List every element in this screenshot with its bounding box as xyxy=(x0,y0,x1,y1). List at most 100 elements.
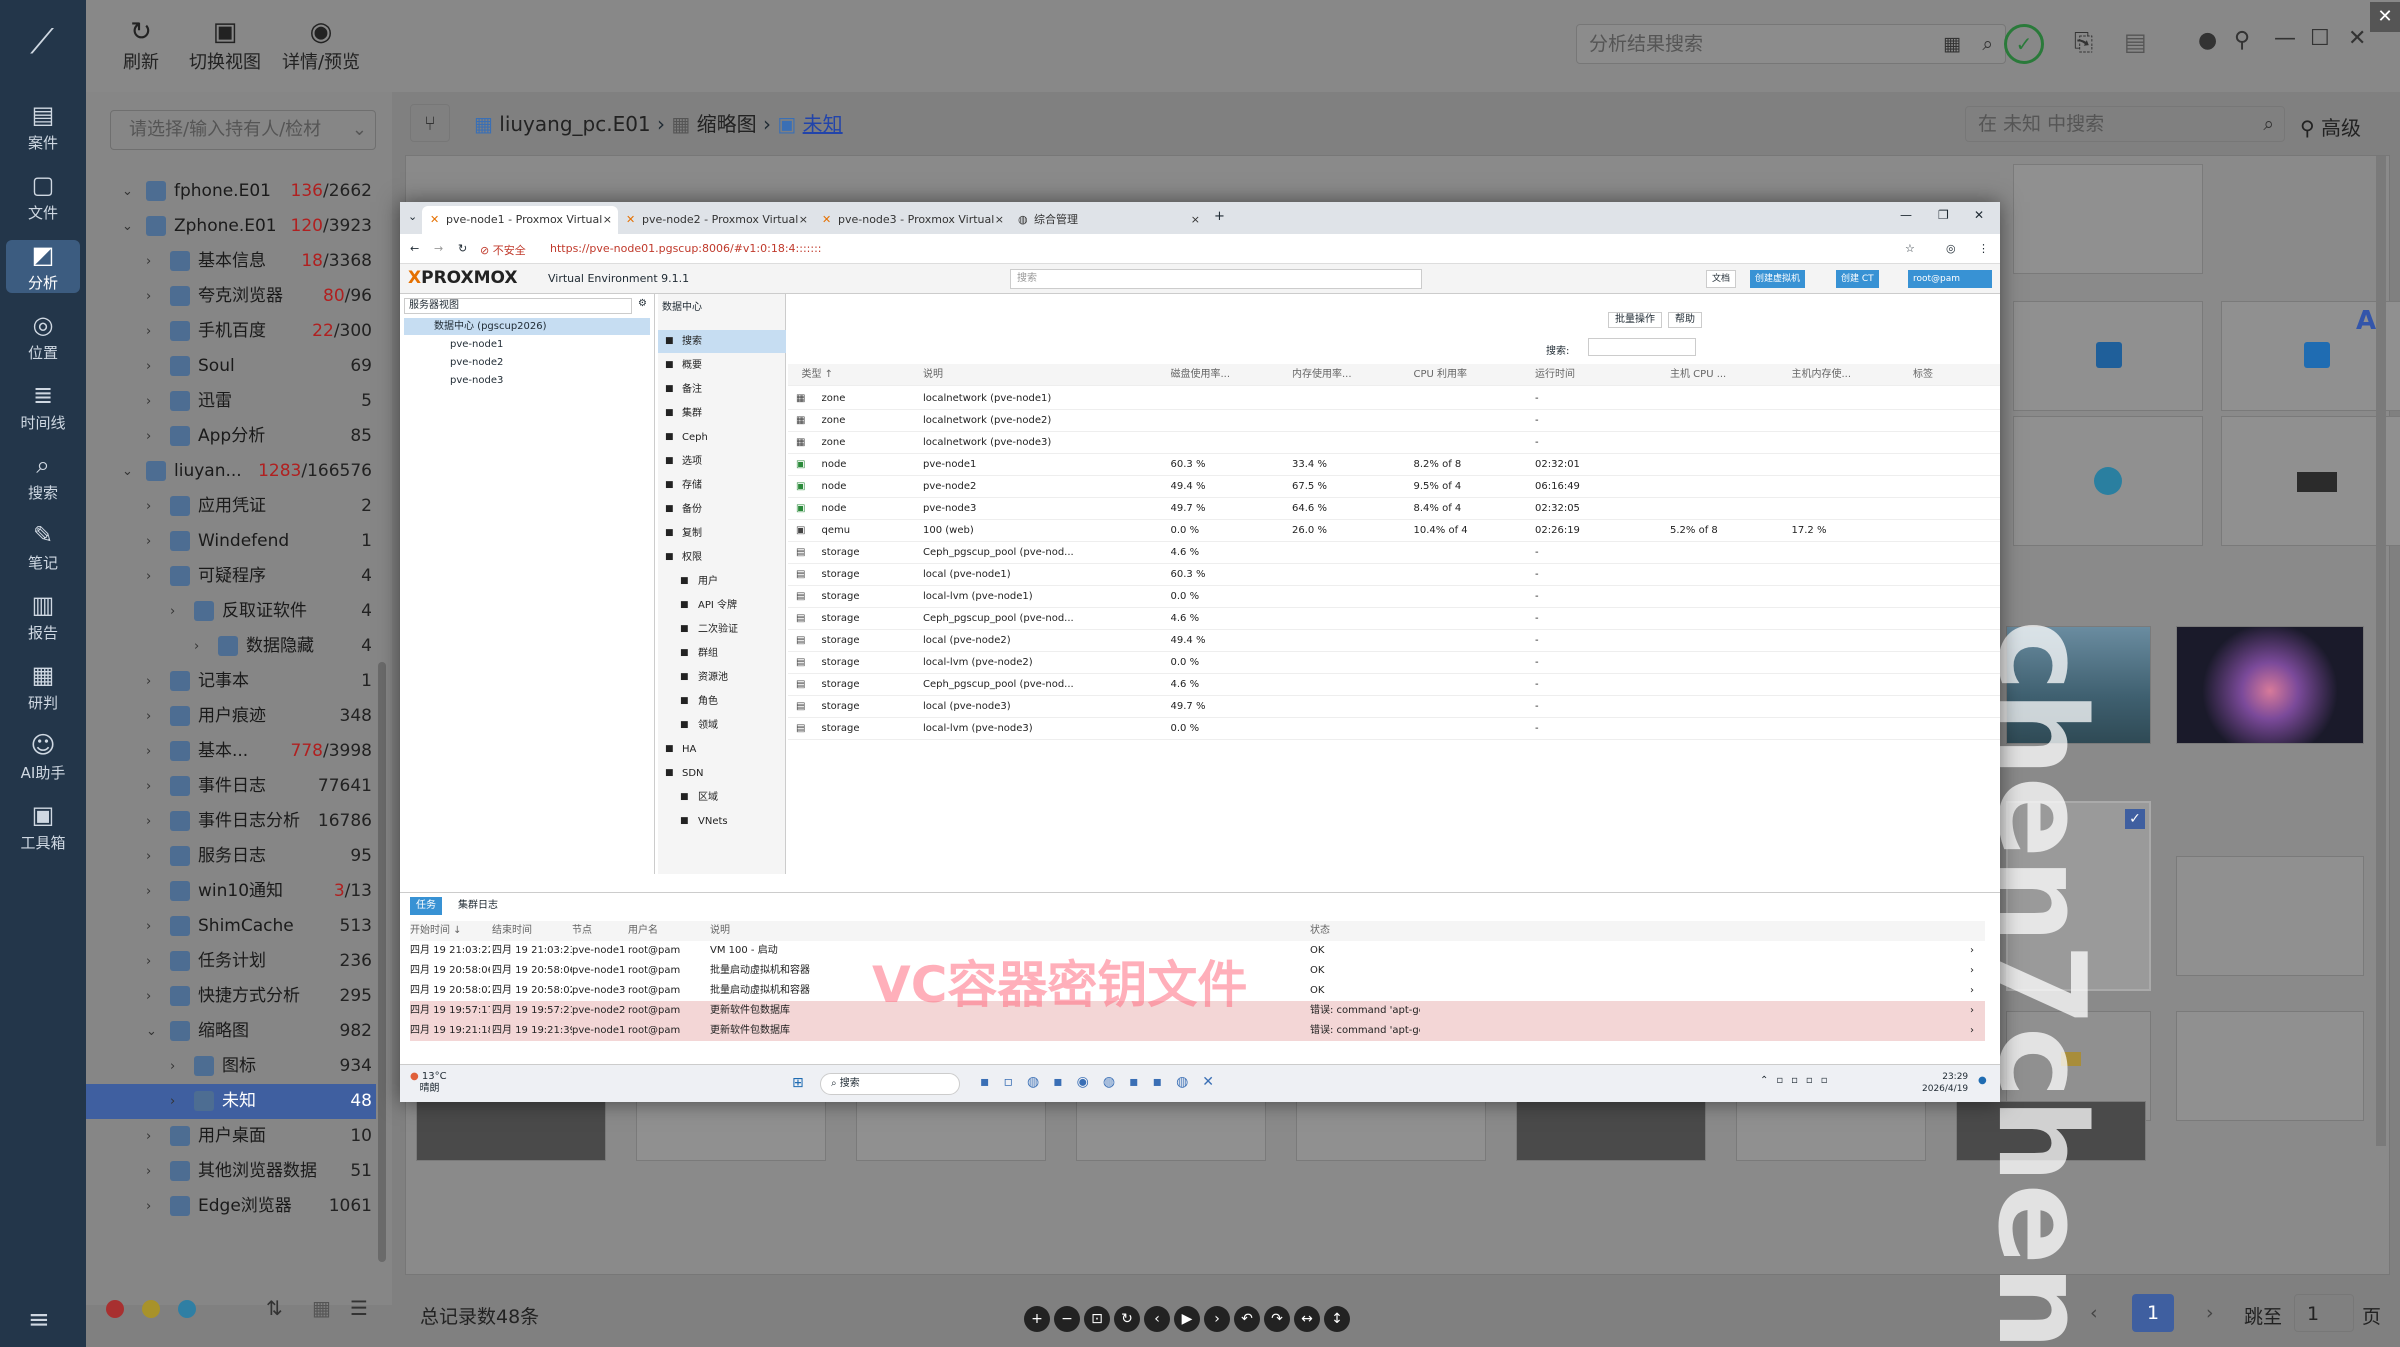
task-column-header[interactable]: 状态 xyxy=(1310,921,1420,941)
chevron-down-icon[interactable]: ⌄ xyxy=(122,209,133,244)
thumbnail[interactable] xyxy=(2013,164,2203,274)
search-icon[interactable]: ⌕ xyxy=(1982,25,1993,63)
pve-menu-item[interactable]: ■ Ceph xyxy=(658,426,786,449)
rail-item-1[interactable]: ▢ 文件 xyxy=(6,170,80,223)
grid-row[interactable]: ▣ qemu 100 (web) 0.0 % 26.0 % 10.4% of 4 02:26… xyxy=(788,520,2000,542)
owner-select[interactable]: 请选择/输入持有人/检材 ⌄ xyxy=(110,110,376,150)
tree-item[interactable]: › win10通知 3/13 xyxy=(86,874,376,909)
chevron-down-icon[interactable]: ⌄ xyxy=(122,174,133,209)
pve-menu-item[interactable]: ■ 备注 xyxy=(658,378,786,401)
close-icon[interactable]: × xyxy=(603,206,612,234)
window-restore-icon[interactable]: ❐ xyxy=(1938,208,1949,222)
rail-item-5[interactable]: ⌕ 搜索 xyxy=(6,450,80,503)
rail-item-10[interactable]: ▣ 工具箱 xyxy=(6,800,80,853)
details-button[interactable]: ◉ 详情/预览 xyxy=(266,16,376,74)
chevron-right-icon[interactable]: › xyxy=(146,769,151,804)
tree-item[interactable]: › Edge浏览器 1061 xyxy=(86,1189,376,1224)
chevron-right-icon[interactable]: › xyxy=(1970,1021,1974,1041)
tree-item[interactable]: › 图标 934 xyxy=(86,1049,376,1084)
chevron-right-icon[interactable]: › xyxy=(146,419,151,454)
rail-item-2[interactable]: ◩ 分析 xyxy=(6,240,80,293)
create-ct-button[interactable]: 创建 CT xyxy=(1836,270,1879,288)
close-icon[interactable]: × xyxy=(799,206,808,234)
task-column-header[interactable]: 用户名 xyxy=(628,921,708,941)
grid-column-header[interactable]: 说明 xyxy=(923,364,1162,386)
search-icon[interactable]: ⌕ xyxy=(2263,107,2274,141)
grid-row[interactable]: ▤ storage local (pve-node2) 49.4 % - xyxy=(788,630,2000,652)
chevron-right-icon[interactable]: › xyxy=(146,314,151,349)
tree-item[interactable]: › 夸克浏览器 80/96 xyxy=(86,279,376,314)
rail-item-9[interactable]: ☺ AI助手 xyxy=(6,730,80,783)
grid-row[interactable]: ▣ node pve-node3 49.7 % 64.6 % 8.4% of 4 02:32… xyxy=(788,498,2000,520)
pve-menu-item[interactable]: ■ 区域 xyxy=(658,786,786,809)
grid-column-header[interactable]: 磁盘使用率... xyxy=(1171,364,1284,386)
chevron-right-icon[interactable]: › xyxy=(146,349,151,384)
tree-item[interactable]: › App分析 85 xyxy=(86,419,376,454)
doc-icon[interactable]: ▤ xyxy=(2124,28,2147,56)
page-button[interactable]: 1 xyxy=(2132,1294,2174,1332)
grid-row[interactable]: ▦ zone localnetwork (pve-node1) - xyxy=(788,388,2000,410)
list-view-icon[interactable]: ☰ xyxy=(350,1296,368,1320)
crumb-evidence[interactable]: liuyang_pc.E01 xyxy=(499,112,650,136)
user-icon[interactable]: ● xyxy=(2198,28,2217,53)
user-menu-button[interactable]: root@pam xyxy=(1908,270,1992,288)
reload-icon[interactable]: ↻ xyxy=(458,242,467,255)
sort-icon[interactable]: ⇅ xyxy=(266,1296,283,1320)
tree-item[interactable]: › Windefend 1 xyxy=(86,524,376,559)
pve-menu-item[interactable]: ■ 群组 xyxy=(658,642,786,665)
grid-row[interactable]: ▤ storage Ceph_pgscup_pool (pve-nod... 4.6 … xyxy=(788,608,2000,630)
grid-row[interactable]: ▤ storage Ceph_pgscup_pool (pve-nod... 4.6 … xyxy=(788,542,2000,564)
browser-tab[interactable]: ✕ pve-node1 - Proxmox Virtual × xyxy=(422,206,618,234)
pve-search-input[interactable]: 搜索 xyxy=(1010,269,1422,289)
chevron-right-icon[interactable]: › xyxy=(146,524,151,559)
bulk-ops-button[interactable]: 批量操作 xyxy=(1608,312,1662,328)
rail-item-8[interactable]: ▦ 研判 xyxy=(6,660,80,713)
tab-cluster-log[interactable]: 集群日志 xyxy=(452,897,504,915)
thumbnail[interactable] xyxy=(2013,416,2203,546)
chevron-right-icon[interactable]: › xyxy=(146,1154,151,1189)
grid-row[interactable]: ▦ zone localnetwork (pve-node3) - xyxy=(788,432,2000,454)
branch-icon[interactable]: ⑂ xyxy=(410,104,450,142)
tree-item[interactable]: › 用户痕迹 348 xyxy=(86,699,376,734)
chevron-right-icon[interactable]: › xyxy=(146,979,151,1014)
prev-icon[interactable]: ‹ xyxy=(1144,1306,1170,1332)
chevron-right-icon[interactable]: › xyxy=(1970,961,1974,981)
grid-column-header[interactable]: CPU 利用率 xyxy=(1414,364,1531,386)
pve-menu-item[interactable]: ■ API 令牌 xyxy=(658,594,786,617)
back-icon[interactable]: ← xyxy=(410,242,419,255)
tree-item[interactable]: › ShimCache 513 xyxy=(86,909,376,944)
pve-menu-item[interactable]: ■ 领域 xyxy=(658,714,786,737)
tree-item[interactable]: › 基本... 778/3998 xyxy=(86,734,376,769)
gear-icon[interactable]: ⚙ xyxy=(638,298,647,309)
tree-item[interactable]: › 任务计划 236 xyxy=(86,944,376,979)
chevron-right-icon[interactable]: › xyxy=(146,244,151,279)
chevron-right-icon[interactable]: › xyxy=(146,944,151,979)
chevron-right-icon[interactable]: › xyxy=(194,629,199,664)
tree-item[interactable]: › 迅雷 5 xyxy=(86,384,376,419)
start-icon[interactable]: ⊞ xyxy=(792,1075,804,1091)
tree-item[interactable]: › 用户桌面 10 xyxy=(86,1119,376,1154)
grid-column-header[interactable]: 内存使用率... xyxy=(1292,364,1405,386)
next-page-icon[interactable]: › xyxy=(2206,1302,2214,1324)
pve-menu-item[interactable]: ■ 选项 xyxy=(658,450,786,473)
tree-item[interactable]: ⌄ fphone.E01 136/2662 xyxy=(86,174,376,209)
chevron-right-icon[interactable]: › xyxy=(170,1084,175,1119)
advanced-search-button[interactable]: ⚲ 高级 xyxy=(2300,112,2361,141)
maximize-icon[interactable]: ☐ xyxy=(2310,26,2330,51)
pve-menu-item[interactable]: ■ 概要 xyxy=(658,354,786,377)
url-text[interactable]: https://pve-node01.pgscup:8006/#v1:0:18:… xyxy=(550,242,822,255)
task-column-header[interactable]: 结束时间 xyxy=(492,921,572,941)
chevron-right-icon[interactable]: › xyxy=(146,1189,151,1224)
goto-input[interactable]: 1 xyxy=(2294,1294,2354,1332)
chevron-right-icon[interactable]: › xyxy=(146,804,151,839)
window-close-icon[interactable]: ✕ xyxy=(1974,208,1984,222)
browser-tab[interactable]: ✕ pve-node2 - Proxmox Virtual × xyxy=(618,206,814,234)
status-dot-yellow[interactable] xyxy=(142,1300,160,1318)
task-column-header[interactable]: 说明 xyxy=(710,921,1010,941)
rail-item-6[interactable]: ✎ 笔记 xyxy=(6,520,80,573)
pve-menu-item[interactable]: ■ 集群 xyxy=(658,402,786,425)
chevron-down-icon[interactable]: ⌄ xyxy=(146,1014,157,1049)
tree-item[interactable]: › Soul 69 xyxy=(86,349,376,384)
notification-icon[interactable]: ● xyxy=(1978,1075,1987,1086)
scope-search-input[interactable]: 在 未知 中搜索 ⌕ xyxy=(1965,106,2285,142)
